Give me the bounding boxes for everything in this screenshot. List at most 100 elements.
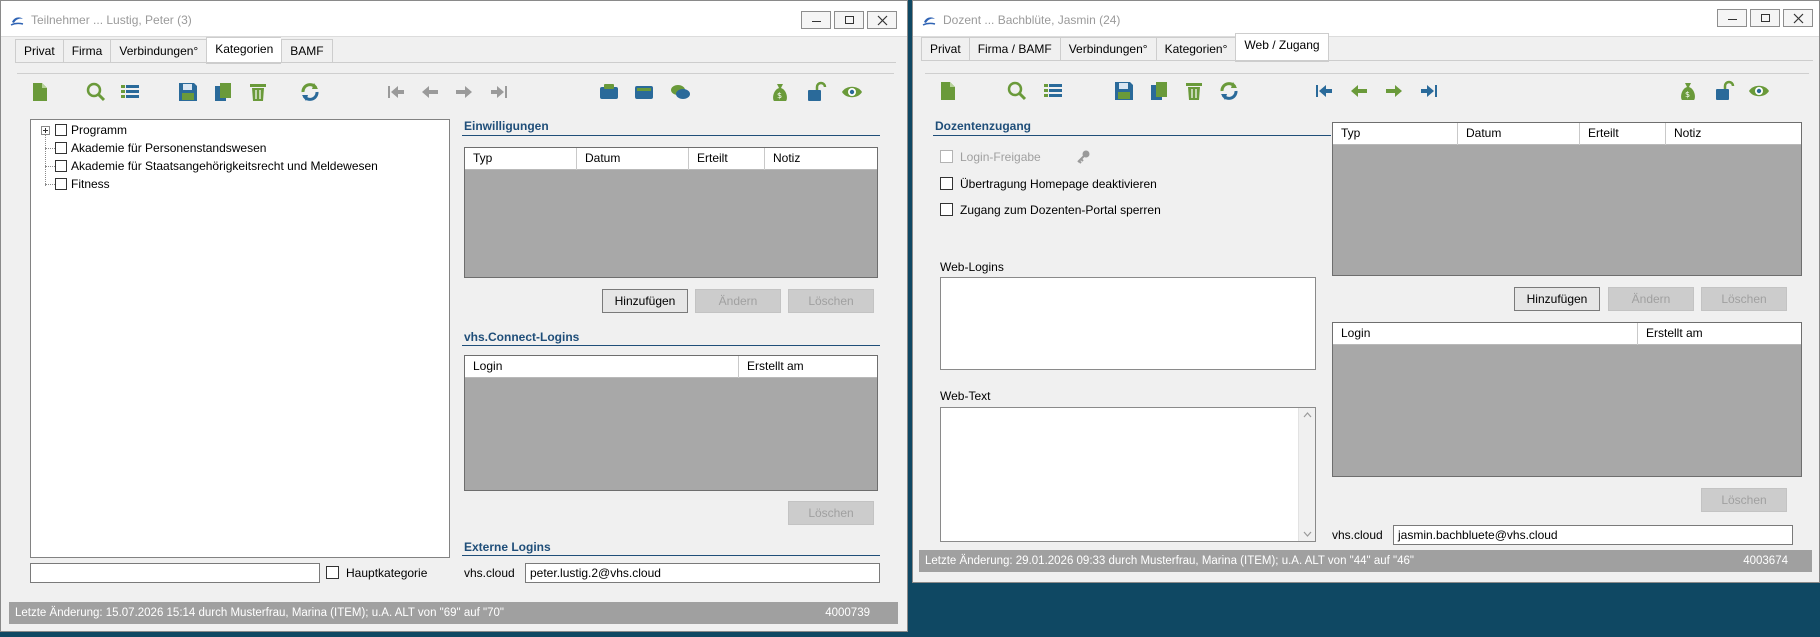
tab-privat[interactable]: Privat: [921, 37, 969, 61]
last-record-icon[interactable]: [1418, 80, 1440, 102]
tree-checkbox[interactable]: [55, 160, 67, 172]
close-button[interactable]: [1783, 9, 1813, 27]
tree-item-label: Fitness: [71, 177, 110, 191]
column-header-typ[interactable]: Typ: [465, 148, 577, 170]
refresh-icon[interactable]: [299, 81, 321, 103]
save-icon[interactable]: [177, 81, 199, 103]
title-bar[interactable]: Dozent ... Bachblüte, Jasmin (24): [913, 1, 1819, 37]
delete-button[interactable]: Löschen: [1701, 287, 1787, 311]
delete-icon[interactable]: [247, 81, 269, 103]
list-icon[interactable]: [1042, 80, 1064, 102]
close-button[interactable]: [867, 11, 897, 29]
maximize-button[interactable]: [834, 11, 864, 29]
tab-kategorien[interactable]: Kategorien°: [1155, 37, 1236, 61]
connect-logins-grid[interactable]: Login Erstellt am: [464, 355, 878, 491]
edit-button[interactable]: Ändern: [695, 289, 781, 313]
web-logins-textarea[interactable]: [940, 277, 1316, 370]
wallet-icon[interactable]: [633, 81, 655, 103]
delete-login-button[interactable]: Löschen: [788, 501, 874, 525]
column-header-login[interactable]: Login: [465, 356, 739, 378]
participant-window: Teilnehmer ... Lustig, Peter (3) Privat …: [0, 0, 908, 632]
first-record-icon[interactable]: [385, 81, 407, 103]
delete-login-button[interactable]: Löschen: [1701, 488, 1787, 512]
vhs-cloud-input[interactable]: jasmin.bachbluete@vhs.cloud: [1393, 525, 1793, 545]
login-freigabe-checkbox[interactable]: [940, 150, 953, 163]
tree-expand-toggle[interactable]: [41, 126, 50, 135]
copy-icon[interactable]: [212, 81, 234, 103]
scroll-down-icon[interactable]: [1303, 531, 1312, 537]
key-icon[interactable]: [1075, 149, 1091, 165]
category-filter-input[interactable]: [30, 563, 320, 583]
scroll-up-icon[interactable]: [1303, 412, 1312, 418]
last-change-text: Letzte Änderung: 29.01.2026 09:33 durch …: [925, 555, 1414, 567]
close-icon: [877, 15, 888, 26]
chat-icon[interactable]: [669, 81, 691, 103]
minimize-button[interactable]: [801, 11, 831, 29]
logins-grid[interactable]: Login Erstellt am: [1332, 322, 1802, 477]
column-header-datum[interactable]: Datum: [577, 148, 689, 170]
column-header-notiz[interactable]: Notiz: [765, 148, 877, 170]
tab-bar: Privat Firma Verbindungen° Kategorien BA…: [15, 37, 333, 64]
column-header-erstellt-am[interactable]: Erstellt am: [739, 356, 877, 378]
minimize-button[interactable]: [1717, 9, 1747, 27]
view-icon[interactable]: [841, 81, 863, 103]
column-header-erteilt[interactable]: Erteilt: [689, 148, 765, 170]
add-button[interactable]: Hinzufügen: [602, 289, 688, 313]
copy-icon[interactable]: [1148, 80, 1170, 102]
column-header-erstellt-am[interactable]: Erstellt am: [1638, 323, 1801, 345]
title-bar[interactable]: Teilnehmer ... Lustig, Peter (3): [1, 1, 907, 37]
column-header-erteilt[interactable]: Erteilt: [1580, 123, 1666, 145]
tab-firma[interactable]: Firma: [62, 39, 111, 63]
card-icon[interactable]: [598, 81, 620, 103]
web-text-textarea[interactable]: [940, 407, 1316, 542]
consent-grid[interactable]: Typ Datum Erteilt Notiz: [1332, 122, 1802, 276]
column-header-datum[interactable]: Datum: [1458, 123, 1580, 145]
next-record-icon[interactable]: [1383, 80, 1405, 102]
save-icon[interactable]: [1113, 80, 1135, 102]
search-icon[interactable]: [85, 81, 107, 103]
uebertragung-checkbox[interactable]: [940, 177, 953, 190]
tab-kategorien[interactable]: Kategorien: [206, 37, 282, 64]
previous-record-icon[interactable]: [419, 81, 441, 103]
money-bag-icon[interactable]: $: [769, 81, 791, 103]
new-document-icon[interactable]: [29, 81, 51, 103]
money-bag-icon[interactable]: $: [1677, 80, 1699, 102]
category-tree[interactable]: Programm Akademie für Personenstandswese…: [30, 119, 450, 558]
vhs-cloud-input[interactable]: peter.lustig.2@vhs.cloud: [525, 563, 880, 583]
tab-bamf[interactable]: BAMF: [281, 39, 333, 63]
add-button[interactable]: Hinzufügen: [1514, 287, 1600, 311]
tree-checkbox[interactable]: [55, 142, 67, 154]
tab-firma-bamf[interactable]: Firma / BAMF: [968, 37, 1060, 61]
search-icon[interactable]: [1006, 80, 1028, 102]
delete-icon[interactable]: [1183, 80, 1205, 102]
maximize-button[interactable]: [1750, 9, 1780, 27]
tab-privat[interactable]: Privat: [15, 39, 63, 63]
view-icon[interactable]: [1748, 80, 1770, 102]
column-header-notiz[interactable]: Notiz: [1666, 123, 1801, 145]
refresh-icon[interactable]: [1218, 80, 1240, 102]
dozentenzugang-title: Dozentenzugang: [935, 119, 1031, 133]
last-record-icon[interactable]: [488, 81, 510, 103]
web-text-label: Web-Text: [940, 389, 991, 403]
hauptkategorie-checkbox[interactable]: [326, 566, 339, 579]
tree-checkbox[interactable]: [55, 124, 67, 136]
edit-button[interactable]: Ändern: [1608, 287, 1694, 311]
unlock-icon[interactable]: [1713, 80, 1735, 102]
app-logo-icon: [922, 17, 936, 26]
list-icon[interactable]: [119, 81, 141, 103]
previous-record-icon[interactable]: [1348, 80, 1370, 102]
scrollbar[interactable]: [1298, 408, 1315, 541]
new-document-icon[interactable]: [937, 80, 959, 102]
column-header-typ[interactable]: Typ: [1333, 123, 1458, 145]
unlock-icon[interactable]: [805, 81, 827, 103]
column-header-login[interactable]: Login: [1333, 323, 1638, 345]
next-record-icon[interactable]: [453, 81, 475, 103]
tab-verbindungen[interactable]: Verbindungen°: [1059, 37, 1156, 61]
einwilligungen-grid[interactable]: Typ Datum Erteilt Notiz: [464, 147, 878, 278]
tab-web-zugang[interactable]: Web / Zugang: [1235, 33, 1329, 62]
tree-checkbox[interactable]: [55, 178, 67, 190]
first-record-icon[interactable]: [1313, 80, 1335, 102]
zugang-sperren-checkbox[interactable]: [940, 203, 953, 216]
delete-button[interactable]: Löschen: [788, 289, 874, 313]
tab-verbindungen[interactable]: Verbindungen°: [110, 39, 207, 63]
